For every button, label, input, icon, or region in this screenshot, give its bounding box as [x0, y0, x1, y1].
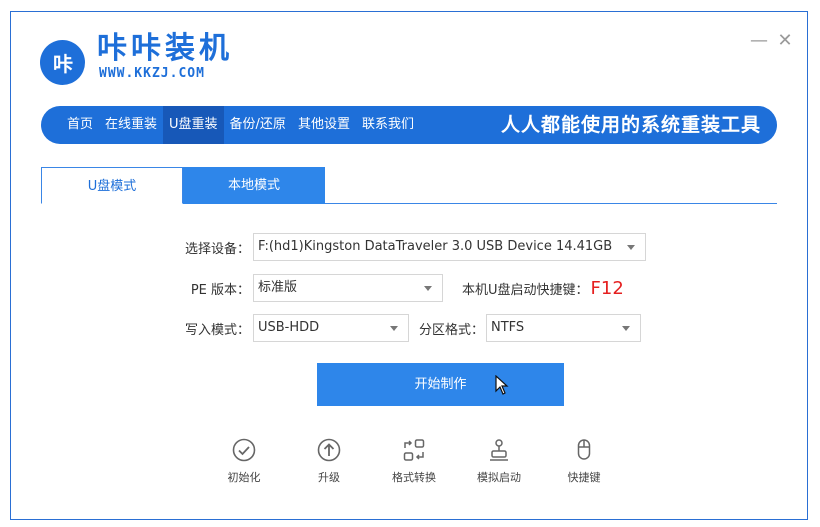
mouse-icon [577, 439, 591, 460]
device-value: F:(hd1)Kingston DataTraveler 3.0 USB Dev… [258, 239, 613, 254]
close-icon: ✕ [777, 30, 793, 51]
partition-label: 分区格式： [419, 322, 485, 338]
simulate-boot-icon [490, 439, 508, 461]
chevron-down-icon [424, 286, 432, 291]
nav-item-home[interactable]: 首页 [61, 106, 99, 144]
app-url: WWW.KKZJ.COM [99, 66, 205, 81]
tool-hotkey-label: 快捷键 [567, 471, 601, 484]
pe-version-select[interactable]: 标准版 [253, 274, 443, 302]
chevron-down-icon [627, 245, 635, 250]
tool-simulate-boot-label: 模拟启动 [477, 471, 521, 484]
hotkey-value: F12 [590, 277, 624, 299]
device-row: 选择设备： F:(hd1)Kingston DataTraveler 3.0 U… [160, 233, 646, 261]
tab-usb-mode[interactable]: U盘模式 [41, 167, 183, 204]
close-button[interactable]: ✕ [776, 32, 794, 50]
nav-item-other-settings[interactable]: 其他设置 [292, 106, 356, 144]
pe-version-label: PE 版本： [190, 282, 250, 298]
nav-item-online-reinstall[interactable]: 在线重装 [99, 106, 163, 144]
device-label: 选择设备： [184, 241, 250, 257]
nav-item-usb-reinstall[interactable]: U盘重装 [163, 106, 224, 144]
write-mode-row: 写入模式： USB-HDD 分区格式： NTFS [160, 314, 642, 342]
mouse-pointer-icon [495, 375, 509, 395]
partition-select[interactable]: NTFS [486, 314, 642, 342]
tool-upgrade-label: 升级 [318, 471, 340, 484]
tool-upgrade[interactable]: 升级 [294, 437, 364, 485]
start-make-button[interactable]: 开始制作 [317, 363, 564, 406]
hotkey-label: 本机U盘启动快捷键： [462, 282, 589, 298]
app-logo: 咔 [40, 40, 85, 85]
chevron-down-icon [390, 326, 398, 331]
nav-slogan: 人人都能使用的系统重装工具 [500, 114, 761, 136]
convert-icon [403, 439, 425, 461]
tool-format-convert-label: 格式转换 [392, 471, 436, 484]
mode-tabs: U盘模式 本地模式 [41, 167, 777, 204]
tab-local-mode[interactable]: 本地模式 [183, 167, 325, 204]
pe-version-row: PE 版本： 标准版 本机U盘启动快捷键： F12 [160, 274, 624, 302]
write-mode-select[interactable]: USB-HDD [253, 314, 409, 342]
minimize-button[interactable]: — [750, 32, 768, 50]
nav-item-contact[interactable]: 联系我们 [356, 106, 420, 144]
pe-version-value: 标准版 [258, 280, 298, 295]
tool-format-convert[interactable]: 格式转换 [379, 437, 449, 485]
nav-item-backup-restore[interactable]: 备份/还原 [224, 106, 292, 144]
logo-text: 咔 [53, 52, 73, 76]
tool-initialize[interactable]: 初始化 [209, 437, 279, 485]
write-mode-label: 写入模式： [184, 322, 250, 338]
minimize-icon: — [750, 30, 768, 51]
write-mode-value: USB-HDD [258, 320, 320, 335]
tool-initialize-label: 初始化 [227, 471, 261, 484]
device-select[interactable]: F:(hd1)Kingston DataTraveler 3.0 USB Dev… [253, 233, 646, 261]
upgrade-arrow-icon [317, 438, 341, 462]
check-circle-icon [232, 438, 256, 462]
app-name: 咔咔装机 [97, 31, 233, 66]
tool-simulate-boot[interactable]: 模拟启动 [464, 437, 534, 485]
main-nav: 首页 在线重装 U盘重装 备份/还原 其他设置 联系我们 人人都能使用的系统重装… [41, 106, 777, 144]
tool-hotkey[interactable]: 快捷键 [549, 437, 619, 485]
chevron-down-icon [622, 326, 631, 331]
partition-value: NTFS [491, 320, 525, 335]
